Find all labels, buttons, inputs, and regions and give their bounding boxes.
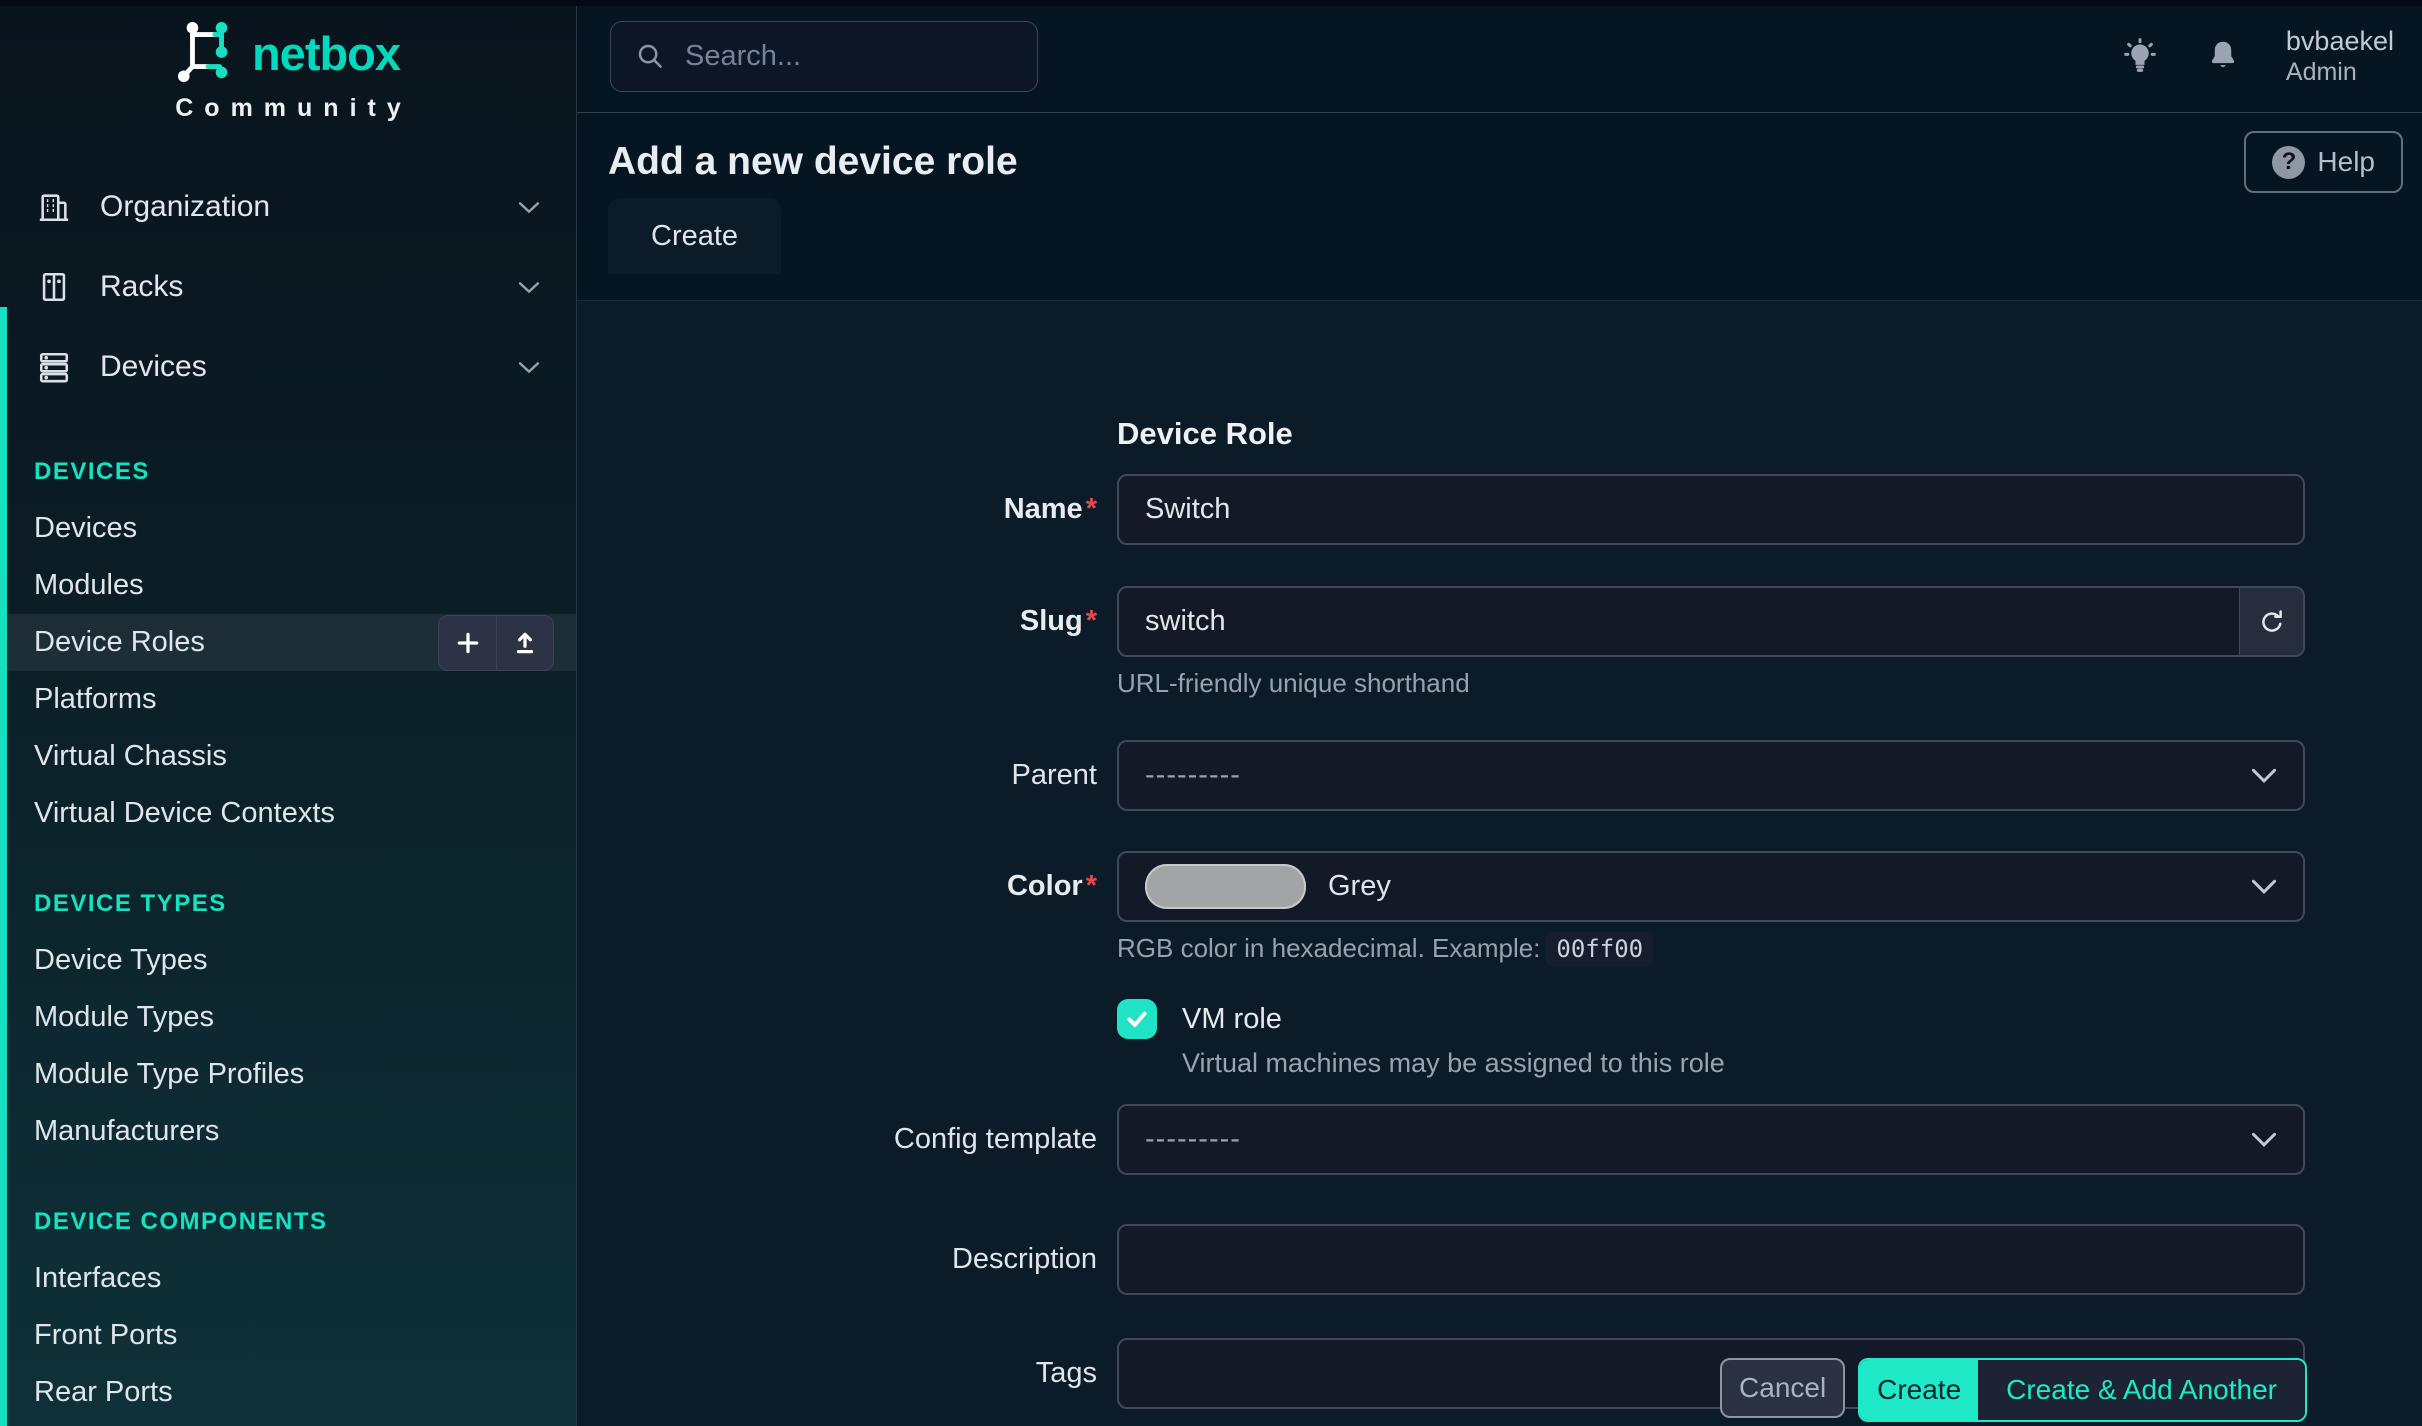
tab-create[interactable]: Create <box>608 198 781 274</box>
create-button-group: Create Create & Add Another <box>1858 1358 2307 1422</box>
parent-select[interactable]: --------- <box>1117 740 2305 811</box>
config-template-select[interactable]: --------- <box>1117 1104 2305 1175</box>
tab-bar: Create <box>577 197 2422 273</box>
user-menu[interactable]: bvbaekel Admin <box>2286 25 2394 87</box>
brand-subtitle: Community <box>11 94 576 123</box>
slug-help-text: URL-friendly unique shorthand <box>1117 668 2305 698</box>
create-and-add-another-button[interactable]: Create & Add Another <box>1978 1360 2305 1420</box>
user-role: Admin <box>2286 57 2394 87</box>
netbox-logo[interactable]: netbox <box>0 22 576 84</box>
vm-role-field: VM role Virtual machines may be assigned… <box>1117 999 2305 1079</box>
sidebar-item-devices-list[interactable]: Devices <box>0 500 576 557</box>
group-heading: DEVICE TYPES <box>0 875 576 932</box>
section-title: Device Role <box>1117 414 2305 454</box>
required-marker: * <box>1086 605 1097 637</box>
group-heading: DEVICE COMPONENTS <box>0 1193 576 1250</box>
chevron-down-icon <box>518 281 540 294</box>
sidebar: netbox Community Organization <box>0 0 577 1426</box>
sidebar-item-modules[interactable]: Modules <box>0 557 576 614</box>
sidebar-item-racks[interactable]: Racks <box>0 247 576 327</box>
user-name: bvbaekel <box>2286 25 2394 57</box>
chevron-down-icon <box>2251 1132 2277 1147</box>
netbox-logo-icon <box>176 22 238 84</box>
sidebar-item-devices[interactable]: Devices <box>0 327 576 407</box>
question-mark-icon: ? <box>2272 146 2305 179</box>
group-heading: DEVICES <box>0 443 576 500</box>
color-help-text: RGB color in hexadecimal. Example:00ff00 <box>1117 933 2305 964</box>
building-icon <box>36 190 72 224</box>
sidebar-item-module-type-profiles[interactable]: Module Type Profiles <box>0 1046 576 1103</box>
color-swatch-grey <box>1145 864 1306 909</box>
active-section-indicator <box>0 307 7 1426</box>
device-role-form: Device Role Name* Slug* <box>577 301 2422 1409</box>
sidebar-item-device-roles[interactable]: Device Roles <box>0 614 576 671</box>
sidebar-group-device-types: DEVICE TYPES Device Types Module Types M… <box>0 875 576 1160</box>
chevron-down-icon <box>518 361 540 374</box>
search-input[interactable] <box>685 40 1013 73</box>
sidebar-item-interfaces[interactable]: Interfaces <box>0 1250 576 1307</box>
search-icon <box>635 41 665 71</box>
topbar: bvbaekel Admin <box>577 0 2422 113</box>
device-roles-quick-actions <box>438 615 554 671</box>
sidebar-item-console-ports[interactable]: Console Ports <box>0 1421 576 1426</box>
sidebar-item-device-types[interactable]: Device Types <box>0 932 576 989</box>
required-marker: * <box>1086 493 1097 525</box>
main-area: bvbaekel Admin Add a new device role ? H… <box>577 0 2422 1426</box>
name-field[interactable] <box>1117 474 2305 545</box>
topbar-right-cluster: bvbaekel Admin <box>2120 0 2394 112</box>
tags-label: Tags <box>600 1338 1097 1409</box>
sidebar-top-nav: Organization Racks <box>0 167 576 407</box>
sidebar-group-device-components: DEVICE COMPONENTS Interfaces Front Ports… <box>0 1193 576 1426</box>
slug-field-group <box>1117 586 2305 657</box>
vm-role-help-text: Virtual machines may be assigned to this… <box>1182 1048 2305 1079</box>
sidebar-item-module-types[interactable]: Module Types <box>0 989 576 1046</box>
chevron-down-icon <box>518 201 540 214</box>
color-select[interactable]: Grey <box>1117 851 2305 922</box>
sidebar-item-front-ports[interactable]: Front Ports <box>0 1307 576 1364</box>
form-panel: Device Role Name* Slug* <box>577 300 2422 1426</box>
chevron-down-icon <box>2251 879 2277 894</box>
slug-label: Slug* <box>600 586 1097 657</box>
color-example-code: 00ff00 <box>1546 932 1653 966</box>
sidebar-item-virtual-chassis[interactable]: Virtual Chassis <box>0 728 576 785</box>
cancel-button[interactable]: Cancel <box>1720 1358 1845 1418</box>
sidebar-item-manufacturers[interactable]: Manufacturers <box>0 1103 576 1160</box>
vm-role-checkbox[interactable] <box>1117 999 1157 1039</box>
vm-role-label: VM role <box>1182 1003 1282 1036</box>
name-label: Name* <box>600 474 1097 545</box>
help-button[interactable]: ? Help <box>2244 131 2403 193</box>
color-label: Color* <box>600 851 1097 922</box>
sidebar-item-rear-ports[interactable]: Rear Ports <box>0 1364 576 1421</box>
rack-icon <box>36 270 72 304</box>
window-top-edge <box>0 0 2422 6</box>
notifications-bell-icon[interactable] <box>2204 37 2242 75</box>
slug-field[interactable] <box>1119 588 2239 655</box>
sidebar-item-virtual-device-contexts[interactable]: Virtual Device Contexts <box>0 785 576 842</box>
parent-label: Parent <box>600 740 1097 811</box>
brand-text: netbox <box>252 26 400 81</box>
sidebar-item-platforms[interactable]: Platforms <box>0 671 576 728</box>
create-button[interactable]: Create <box>1860 1360 1978 1420</box>
import-device-roles-button[interactable] <box>496 616 553 670</box>
page-title: Add a new device role <box>608 127 2422 197</box>
regenerate-slug-button[interactable] <box>2239 588 2303 655</box>
sidebar-group-devices: DEVICES Devices Modules Device Roles Pla… <box>0 443 576 842</box>
config-template-label: Config template <box>600 1104 1097 1175</box>
global-search[interactable] <box>610 21 1038 92</box>
server-stack-icon <box>36 350 72 384</box>
theme-toggle-lightbulb-icon[interactable] <box>2120 36 2160 76</box>
description-label: Description <box>600 1224 1097 1295</box>
description-field[interactable] <box>1117 1224 2305 1295</box>
page-header: Add a new device role ? Help <box>577 113 2422 197</box>
required-marker: * <box>1086 870 1097 902</box>
chevron-down-icon <box>2251 768 2277 783</box>
sidebar-item-organization[interactable]: Organization <box>0 167 576 247</box>
add-device-role-button[interactable] <box>439 616 496 670</box>
form-action-bar: Cancel Create Create & Add Another <box>1720 1358 2307 1422</box>
